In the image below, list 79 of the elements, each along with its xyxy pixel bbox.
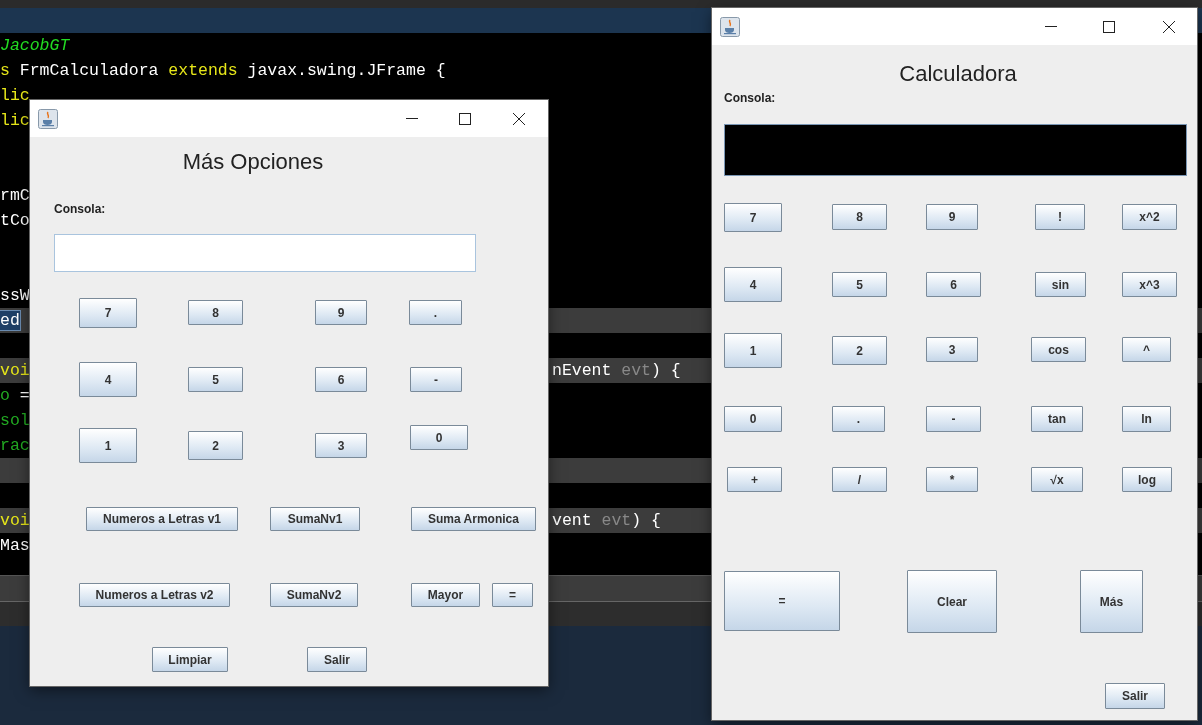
calculator-button[interactable]: 6	[926, 272, 981, 297]
calculator-button[interactable]: =	[492, 583, 533, 607]
calculator-button[interactable]: 6	[315, 367, 367, 392]
calculator-button[interactable]: x^3	[1122, 272, 1177, 297]
calculator-button[interactable]: -	[410, 367, 462, 392]
calculator-button[interactable]: cos	[1031, 337, 1086, 362]
window-heading: Calculadora	[899, 61, 1017, 87]
calculator-button[interactable]: 9	[315, 300, 367, 325]
code-line: voi	[0, 360, 30, 382]
calculator-button[interactable]: .	[409, 300, 462, 325]
calculator-button[interactable]: 2	[188, 431, 243, 460]
calculator-button[interactable]: √x	[1031, 467, 1083, 492]
code-line: ssW	[0, 285, 30, 307]
calculator-button[interactable]: Limpiar	[152, 647, 228, 672]
code-line: rmC	[0, 185, 30, 207]
minimize-icon[interactable]	[1045, 25, 1057, 28]
calculator-button[interactable]: /	[832, 467, 887, 492]
calculator-button[interactable]: SumaNv1	[270, 507, 360, 531]
code-line: JacobGT	[0, 35, 70, 57]
console-field[interactable]	[54, 234, 476, 272]
calculator-button[interactable]: 7	[724, 203, 782, 232]
calculator-button[interactable]: 0	[724, 406, 782, 432]
calculator-button[interactable]: Mayor	[411, 583, 480, 607]
code-line: tCo	[0, 210, 30, 232]
calculator-button[interactable]: Salir	[307, 647, 367, 672]
calculator-button[interactable]: 1	[724, 333, 782, 368]
calculator-button[interactable]: 3	[926, 337, 978, 362]
close-icon[interactable]	[1163, 20, 1175, 33]
calculator-button[interactable]: Numeros a Letras v1	[86, 507, 238, 531]
calculator-button[interactable]: tan	[1031, 406, 1083, 432]
close-icon[interactable]	[513, 112, 525, 125]
calculator-button[interactable]: =	[724, 571, 840, 631]
java-cup-icon	[720, 16, 740, 37]
calculator-button[interactable]: ln	[1122, 406, 1171, 432]
calculator-button[interactable]: 5	[188, 367, 243, 392]
calculator-button[interactable]: 8	[188, 300, 243, 325]
window-heading: Más Opciones	[182, 149, 324, 175]
calculator-button[interactable]: 2	[832, 336, 887, 365]
console-field[interactable]	[724, 124, 1187, 176]
calculator-button[interactable]: 1	[79, 428, 137, 463]
calculator-button[interactable]: Suma Armonica	[411, 507, 536, 531]
java-cup-icon	[38, 108, 58, 129]
code-line: lic	[0, 85, 30, 107]
calculator-button[interactable]: Salir	[1105, 683, 1165, 709]
calculator-button[interactable]: .	[832, 406, 885, 432]
console-label: Consola:	[54, 202, 106, 216]
code-line: s FrmCalculadora extends javax.swing.JFrame {	[0, 60, 446, 82]
calculator-button[interactable]: x^2	[1122, 204, 1177, 230]
calculator-button[interactable]: 5	[832, 272, 887, 297]
code-line: sol	[0, 410, 30, 432]
calculator-button[interactable]: log	[1122, 467, 1172, 492]
calculator-button[interactable]: 4	[724, 267, 782, 302]
code-line: lic	[0, 110, 30, 132]
code-line: voi	[0, 510, 30, 532]
maximize-icon[interactable]	[1103, 20, 1115, 33]
calculator-button[interactable]: sin	[1035, 272, 1086, 297]
calculator-button[interactable]: ^	[1122, 337, 1171, 362]
code-line: nEvent evt) {	[552, 360, 681, 382]
code-line: Mas	[0, 535, 30, 557]
calculator-button[interactable]: 7	[79, 298, 137, 328]
maximize-icon[interactable]	[459, 112, 471, 125]
calculator-button[interactable]: SumaNv2	[270, 583, 358, 607]
calculator-button[interactable]: 3	[315, 433, 367, 458]
calculator-button[interactable]: Clear	[907, 570, 997, 633]
console-label: Consola:	[724, 91, 776, 105]
minimize-icon[interactable]	[406, 117, 418, 120]
calculator-button[interactable]: -	[926, 406, 981, 432]
calculator-button[interactable]: 4	[79, 362, 137, 397]
code-line: rac	[0, 435, 30, 457]
calculator-button[interactable]: Numeros a Letras v2	[79, 583, 230, 607]
calculator-button[interactable]: 0	[410, 425, 468, 450]
calculator-button[interactable]: 8	[832, 204, 887, 230]
calculator-button[interactable]: Más	[1080, 570, 1143, 633]
code-line: vent evt) {	[552, 510, 661, 532]
calculator-button[interactable]: 9	[926, 204, 978, 230]
calculator-button[interactable]: +	[727, 467, 782, 492]
calculator-button[interactable]: *	[926, 467, 978, 492]
calculator-button[interactable]: !	[1035, 204, 1085, 230]
code-line: o =	[0, 385, 30, 407]
